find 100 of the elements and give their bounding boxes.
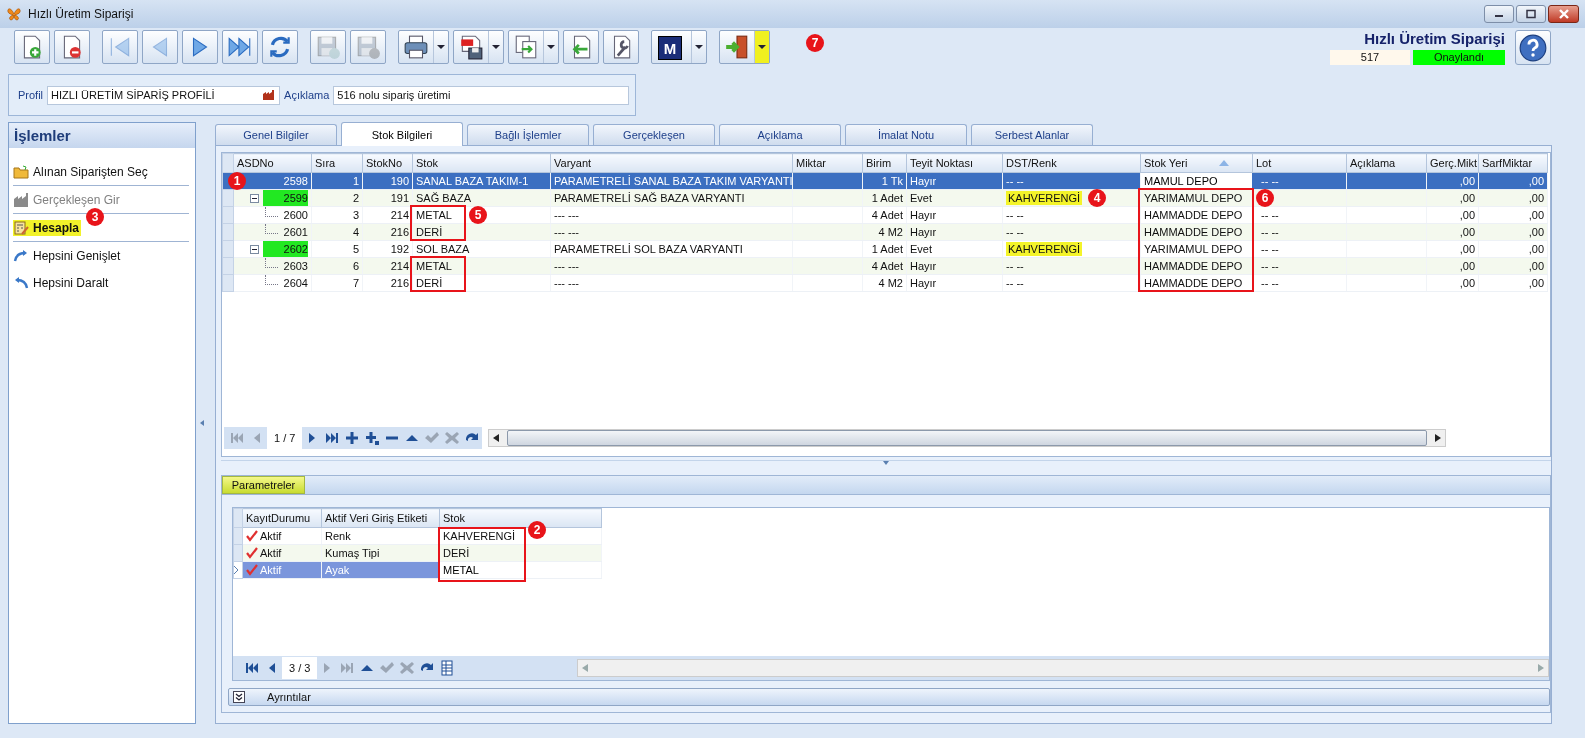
column-header[interactable]: Teyit Noktası — [906, 153, 1003, 173]
column-header[interactable]: Aktif Veri Giriş Etiketi — [321, 508, 440, 528]
column-header[interactable]: Stok Yeri — [1140, 153, 1253, 173]
sidebar-item[interactable]: Hesapla — [13, 219, 82, 236]
check-icon — [246, 530, 258, 542]
table-cell: 4 M2 — [878, 277, 903, 289]
columns-icon — [439, 660, 456, 676]
discard-icon — [355, 34, 381, 60]
column-header[interactable]: Sıra — [311, 153, 363, 173]
table-cell: Hayır — [910, 226, 937, 238]
table-row[interactable]: Aktif Ayak METAL — [233, 561, 602, 579]
maximize-button[interactable] — [1516, 5, 1546, 23]
description-field[interactable]: 516 nolu sipariş üretimi — [333, 85, 629, 105]
expand-icon — [233, 691, 245, 703]
table-cell: 216 — [390, 226, 409, 238]
calculator-icon — [13, 219, 29, 236]
plus-child-icon — [364, 430, 381, 446]
table-cell: 4 M2 — [878, 226, 903, 238]
column-header[interactable]: KayıtDurumu — [242, 508, 322, 528]
column-header[interactable]: Lot — [1252, 153, 1347, 173]
record-position: 1 / 7 — [267, 427, 303, 449]
refresh-button[interactable] — [262, 30, 298, 64]
tab[interactable]: Genel Bilgiler — [215, 124, 337, 145]
table-cell: ,00 — [1459, 226, 1475, 238]
close-button[interactable] — [1548, 5, 1579, 23]
table-cell: 2602 — [263, 241, 308, 257]
copy-button[interactable] — [508, 30, 559, 64]
tab[interactable]: Bağlı İşlemler — [467, 124, 589, 145]
sidebar-item[interactable]: Alınan Siparişten Seç — [13, 163, 148, 180]
column-header[interactable]: SarfMiktar — [1478, 153, 1548, 173]
table-row[interactable]: 2603 6 214 METAL --- --- 4 Adet Hayır -- -- HAMMADDE DEPO -- -- ,00 ,00 — [222, 257, 1548, 275]
exit-button[interactable] — [719, 30, 770, 64]
table-cell: KAHVERENGİ — [443, 530, 516, 542]
tab[interactable]: Parametreler — [222, 476, 305, 494]
table-row[interactable]: 2604 7 216 DERİ --- --- 4 M2 Hayır -- -- HAMMADDE DEPO -- -- ,00 ,00 — [222, 274, 1548, 292]
profile-field[interactable]: HIZLI ÜRETİM SİPARİŞ PROFİLİ — [47, 85, 281, 105]
column-header[interactable]: DST/Renk — [1002, 153, 1141, 173]
collapse-icon[interactable] — [250, 244, 259, 254]
table-cell: YARIMAMUL DEPO — [1144, 243, 1243, 255]
help-icon — [1519, 33, 1547, 62]
sidebar-item[interactable]: Hepsini Genişlet — [13, 247, 121, 264]
table-cell: DERİ — [416, 226, 443, 238]
column-header[interactable]: StokNo — [362, 153, 413, 173]
exit-door-icon — [724, 34, 750, 60]
redo-arrow-icon — [13, 247, 29, 264]
column-header[interactable]: Gerç.Mikt — [1426, 153, 1479, 173]
table-cell: --- --- — [554, 226, 580, 238]
tab[interactable]: Açıklama — [719, 124, 841, 145]
tab[interactable]: İmalat Notu — [845, 124, 967, 145]
last-icon — [324, 430, 341, 446]
column-header[interactable]: Stok — [412, 153, 551, 173]
tab[interactable]: Gerçekleşen — [593, 124, 715, 145]
column-header[interactable]: Birim — [862, 153, 907, 173]
pdf-button[interactable] — [453, 30, 504, 64]
column-header[interactable]: ASDNo — [233, 153, 312, 173]
sidebar-item[interactable]: Hepsini Daralt — [13, 274, 109, 291]
last-button[interactable] — [222, 30, 258, 64]
collapse-icon[interactable] — [250, 193, 259, 203]
tab[interactable]: Stok Bilgileri — [341, 122, 463, 146]
caret-icon — [547, 45, 555, 49]
column-header[interactable]: Varyant — [550, 153, 793, 173]
import-button[interactable] — [563, 30, 599, 64]
table-cell: 2599 — [263, 190, 308, 206]
table-cell: --- --- — [554, 209, 580, 221]
tab[interactable]: Serbest Alanlar — [971, 124, 1093, 145]
table-row[interactable]: Aktif Kumaş Tipi DERİ — [233, 544, 602, 562]
profile-label: Profil — [18, 89, 44, 101]
table-cell: -- -- — [1261, 175, 1279, 187]
column-header[interactable]: Miktar — [792, 153, 863, 173]
new-button[interactable] — [14, 30, 50, 64]
table-row[interactable]: 2601 4 216 DERİ --- --- 4 M2 Hayır -- -- HAMMADDE DEPO -- -- ,00 ,00 — [222, 223, 1548, 241]
next-button[interactable] — [182, 30, 218, 64]
table-cell: ,00 — [1528, 260, 1544, 272]
highlight-frame — [410, 205, 466, 241]
details-bar[interactable]: Ayrıntılar — [228, 688, 1550, 706]
table-cell: 4 Adet — [871, 209, 903, 221]
table-cell: ,00 — [1528, 243, 1544, 255]
collapse-arrow-icon[interactable] — [199, 420, 204, 426]
table-cell: ,00 — [1459, 175, 1475, 187]
letter-button[interactable]: M — [651, 30, 707, 64]
scroll-left-icon[interactable] — [493, 434, 500, 442]
column-header[interactable]: Açıklama — [1346, 153, 1427, 173]
factory-icon — [262, 89, 277, 101]
help-button[interactable] — [1515, 30, 1551, 65]
print-button[interactable] — [398, 30, 449, 64]
table-cell: 5 — [352, 243, 359, 255]
table-cell: ,00 — [1459, 277, 1475, 289]
table-cell: DERİ — [443, 547, 470, 559]
collapse-arrow-icon[interactable] — [883, 461, 889, 465]
delete-button[interactable] — [54, 30, 90, 64]
tools-button[interactable] — [603, 30, 639, 64]
table-cell: 6 — [352, 260, 359, 272]
table-cell: HAMMADDE DEPO — [1144, 209, 1243, 221]
minimize-button[interactable] — [1484, 5, 1514, 23]
horizontal-scrollbar[interactable] — [488, 429, 1447, 447]
table-cell: ,00 — [1528, 175, 1544, 187]
scroll-right-icon[interactable] — [1435, 434, 1442, 442]
table-cell: -- -- — [1006, 226, 1024, 238]
table-row[interactable]: 2602 5 192 SOL BAZA PARAMETRELİ SOL BAZA VARYANTI 1 Adet Evet KAHVERENGİ YARIMAMUL DEPO -- -- ,00 ,00 — [222, 240, 1548, 258]
table-cell: SANAL BAZA TAKIM-1 — [416, 175, 529, 187]
